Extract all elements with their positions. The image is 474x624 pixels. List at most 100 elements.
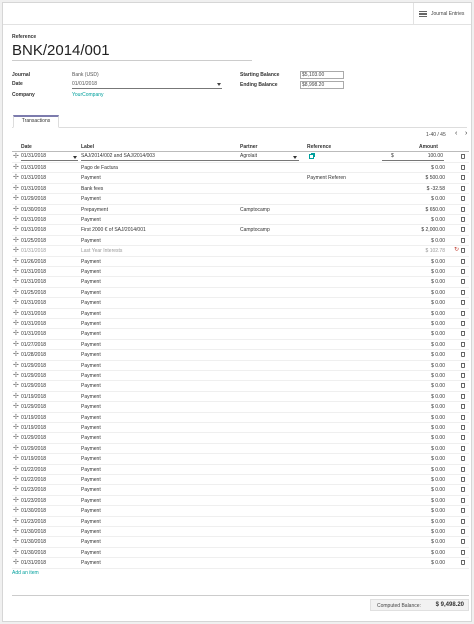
drag-handle-icon[interactable]: ✢	[13, 403, 19, 410]
trash-icon[interactable]	[461, 425, 465, 430]
table-row[interactable]: ✢ 01/29/2018 Payment $ 0.00	[12, 402, 469, 413]
trash-icon[interactable]	[461, 508, 465, 514]
drag-handle-icon[interactable]: ✢	[13, 237, 19, 244]
trash-icon[interactable]	[461, 445, 465, 451]
trash-icon[interactable]	[461, 321, 465, 326]
drag-handle-icon[interactable]: ✢	[13, 216, 19, 223]
drag-handle-icon[interactable]: ✢	[13, 559, 19, 566]
table-row[interactable]: ✢ 01/31/2018 Payment $ 0.00	[12, 277, 469, 288]
edit-label-input[interactable]: SAJ/2014/002 and SAJ/2014/003	[81, 153, 246, 161]
trash-icon[interactable]	[461, 227, 465, 233]
drag-handle-icon[interactable]: ✢	[13, 549, 19, 556]
drag-handle-icon[interactable]: ✢	[13, 486, 19, 493]
drag-handle-icon[interactable]: ✢	[13, 414, 19, 421]
dropdown-arrow-icon[interactable]	[217, 83, 221, 86]
trash-icon[interactable]	[461, 539, 465, 545]
table-row[interactable]: ✢ 01/25/2018 Payment $ 0.00	[12, 236, 469, 247]
table-row[interactable]: ✢ 01/29/2018 Payment $ 0.00	[12, 194, 469, 205]
table-row[interactable]: ✢ 01/29/2018 Payment $ 0.00	[12, 433, 469, 444]
table-row[interactable]: ✢ 01/30/2018 Payment $ 0.00	[12, 537, 469, 548]
trash-icon[interactable]	[461, 248, 465, 254]
trash-icon[interactable]	[461, 341, 465, 347]
table-row[interactable]: ✢ 01/30/2018 Payment $ 0.00	[12, 548, 469, 559]
table-row[interactable]: ✢ 01/30/2018 Payment $ 0.00	[12, 527, 469, 538]
drag-handle-icon[interactable]: ✢	[13, 195, 19, 202]
drag-handle-icon[interactable]: ✢	[13, 466, 19, 473]
column-header-label[interactable]: Label	[81, 144, 94, 150]
edit-amount-input[interactable]: $ 100.00	[382, 153, 444, 161]
trash-icon[interactable]	[461, 269, 465, 274]
pager-previous-button[interactable]: ‹	[455, 130, 457, 137]
table-row[interactable]: ✢ 01/29/2018 Payment $ 0.00	[12, 381, 469, 392]
column-header-partner[interactable]: Partner	[240, 144, 258, 150]
starting-balance-input[interactable]: $5,103.00	[300, 71, 344, 79]
table-row[interactable]: ✢ 01/19/2018 Payment $ 0.00	[12, 423, 469, 434]
drag-handle-icon[interactable]: ✢	[13, 362, 19, 369]
trash-icon[interactable]	[461, 560, 465, 566]
journal-entries-button[interactable]: Journal Entries	[419, 8, 464, 20]
pager-value[interactable]: 1-40 / 45	[426, 132, 446, 138]
table-row[interactable]: ✢ 01/31/2018 Payment $ 0.00	[12, 319, 469, 330]
drag-handle-icon[interactable]: ✢	[13, 528, 19, 535]
drag-handle-icon[interactable]: ✢	[13, 497, 19, 504]
trash-icon[interactable]	[461, 279, 465, 285]
drag-handle-icon[interactable]: ✢	[13, 268, 19, 275]
trash-icon[interactable]	[461, 331, 465, 337]
table-row[interactable]: ✢ 01/22/2018 Payment $ 0.00	[12, 465, 469, 475]
drag-handle-icon[interactable]: ✢	[13, 174, 19, 181]
drag-handle-icon[interactable]: ✢	[13, 164, 19, 171]
drag-handle-icon[interactable]: ✢	[13, 372, 19, 379]
table-row[interactable]: ✢ 01/25/2018 Payment $ 0.00	[12, 288, 469, 299]
table-row[interactable]: ✢ 01/31/2018 Payment $ 0.00	[12, 329, 469, 340]
trash-icon[interactable]	[461, 362, 465, 368]
drag-handle-icon[interactable]: ✢	[13, 393, 19, 400]
trash-icon[interactable]	[461, 383, 465, 389]
table-row[interactable]: ✢ 01/22/2018 Payment $ 0.00	[12, 475, 469, 486]
table-row[interactable]: ✢ 01/31/2018 Last Year Interests $ 102.78 ↻	[12, 246, 469, 257]
table-row[interactable]: ✢ 01/31/2018 Payment $ 0.00	[12, 309, 469, 319]
drag-handle-icon[interactable]: ✢	[13, 424, 19, 431]
trash-icon[interactable]	[461, 185, 465, 191]
table-row[interactable]: ✢ 01/31/2018 Payment $ 0.00	[12, 558, 469, 569]
trash-icon[interactable]	[461, 352, 465, 358]
trash-icon[interactable]	[461, 196, 465, 202]
ending-balance-input[interactable]: $8,998.20	[300, 81, 344, 89]
table-row[interactable]: ✢ 01/19/2018 Payment $ 0.00	[12, 413, 469, 423]
table-row[interactable]: ✢ 01/29/2018 Payment $ 0.00	[12, 361, 469, 371]
table-row[interactable]: ✢ 01/31/2018 Payment Payment Referen $ 500.0…	[12, 173, 469, 184]
drag-handle-icon[interactable]: ✢	[13, 518, 19, 525]
table-row[interactable]: ✢ 01/31/2018 Bank fees $ -32.58	[12, 184, 469, 195]
drag-handle-icon[interactable]: ✢	[13, 153, 19, 160]
trash-icon[interactable]	[461, 206, 465, 212]
drag-handle-icon[interactable]: ✢	[13, 226, 19, 233]
trash-icon[interactable]	[461, 456, 465, 462]
drag-handle-icon[interactable]: ✢	[13, 476, 19, 483]
table-row[interactable]: ✢ 01/19/2018 Payment $ 0.00	[12, 454, 469, 465]
table-row[interactable]: ✢ 01/29/2018 Payment $ 0.00	[12, 444, 469, 455]
trash-icon[interactable]	[461, 414, 465, 420]
table-row[interactable]: ✢ 01/31/2018 Payment $ 0.00	[12, 267, 469, 278]
editing-row[interactable]: ✢ 01/31/2018 SAJ/2014/002 and SAJ/2014/0…	[12, 152, 469, 163]
drag-handle-icon[interactable]: ✢	[13, 341, 19, 348]
table-row[interactable]: ✢ 01/30/2018 Prepayment Camptocamp $ 650.00	[12, 205, 469, 215]
drag-handle-icon[interactable]: ✢	[13, 258, 19, 265]
trash-icon[interactable]	[461, 258, 465, 264]
drag-handle-icon[interactable]: ✢	[13, 247, 19, 254]
table-row[interactable]: ✢ 01/23/2018 Payment $ 0.00	[12, 517, 469, 527]
drag-handle-icon[interactable]: ✢	[13, 206, 19, 213]
drag-handle-icon[interactable]: ✢	[13, 434, 19, 441]
table-row[interactable]: ✢ 01/27/2018 Payment $ 0.00	[12, 340, 469, 351]
table-row[interactable]: ✢ 01/19/2018 Payment $ 0.00	[12, 392, 469, 403]
drag-handle-icon[interactable]: ✢	[13, 507, 19, 514]
drag-handle-icon[interactable]: ✢	[13, 538, 19, 545]
trash-icon[interactable]	[461, 487, 465, 493]
table-row[interactable]: ✢ 01/23/2018 Payment $ 0.00	[12, 485, 469, 496]
trash-icon[interactable]	[461, 300, 465, 306]
table-row[interactable]: ✢ 01/31/2018 Payment $ 0.00	[12, 215, 469, 226]
column-header-date[interactable]: Date	[21, 144, 32, 150]
drag-handle-icon[interactable]: ✢	[13, 310, 19, 317]
add-item-link[interactable]: Add an item	[12, 570, 39, 576]
trash-icon[interactable]	[461, 154, 465, 159]
trash-icon[interactable]	[461, 466, 465, 472]
table-row[interactable]: ✢ 01/23/2018 Payment $ 0.00	[12, 496, 469, 507]
